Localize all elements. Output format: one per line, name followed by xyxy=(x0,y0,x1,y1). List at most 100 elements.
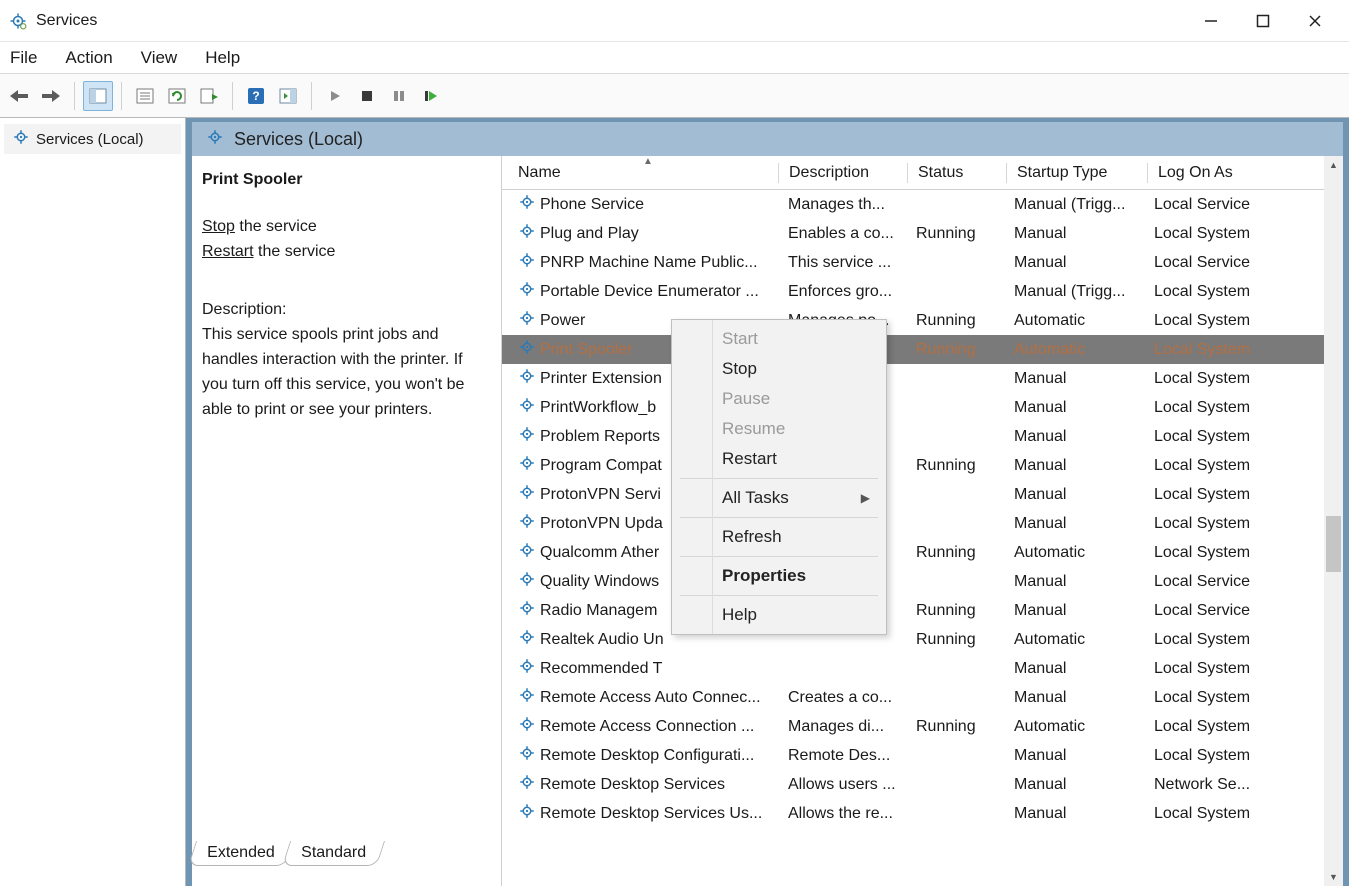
service-row[interactable]: Remote Desktop Services Us...Allows the … xyxy=(502,799,1343,828)
service-row[interactable]: Program CompatRunningManualLocal System xyxy=(502,451,1343,480)
context-menu-help[interactable]: Help xyxy=(672,600,886,630)
services-app-icon xyxy=(8,11,28,31)
export-list-button[interactable] xyxy=(194,81,224,111)
menu-help[interactable]: Help xyxy=(205,48,240,68)
service-startup-cell: Manual xyxy=(1004,573,1144,591)
tab-extended[interactable]: Extended xyxy=(188,841,294,866)
service-row[interactable]: Radio Managem.RunningManualLocal Service xyxy=(502,596,1343,625)
vertical-scrollbar[interactable]: ▲ ▼ xyxy=(1324,156,1343,886)
close-button[interactable] xyxy=(1307,13,1323,29)
service-row[interactable]: Print SpoolerRunningAutomaticLocal Syste… xyxy=(502,335,1343,364)
pause-service-button[interactable] xyxy=(384,81,414,111)
context-menu-properties[interactable]: Properties xyxy=(672,561,886,591)
tab-standard[interactable]: Standard xyxy=(282,841,385,866)
service-row[interactable]: Remote Desktop Configurati...Remote Des.… xyxy=(502,741,1343,770)
service-desc-cell: Remote Des... xyxy=(778,747,906,765)
start-service-button[interactable] xyxy=(320,81,350,111)
service-logon-cell: Local System xyxy=(1144,283,1274,301)
menu-action[interactable]: Action xyxy=(65,48,112,68)
service-logon-cell: Local System xyxy=(1144,689,1274,707)
service-desc-cell: Manages di... xyxy=(778,718,906,736)
column-header-status[interactable]: Status xyxy=(908,158,1006,188)
stop-service-rest: the service xyxy=(235,218,317,235)
service-logon-cell: Local System xyxy=(1144,312,1274,330)
details-panel: Print Spooler Stop the service Restart t… xyxy=(192,156,502,886)
service-row[interactable]: Realtek Audio UnRunningAutomaticLocal Sy… xyxy=(502,625,1343,654)
service-status-cell: Running xyxy=(906,312,1004,330)
service-status-cell: Running xyxy=(906,631,1004,649)
service-row[interactable]: Problem ReportsManualLocal System xyxy=(502,422,1343,451)
service-row[interactable]: Phone ServiceManages th...Manual (Trigg.… xyxy=(502,190,1343,219)
properties-button[interactable] xyxy=(130,81,160,111)
service-startup-cell: Automatic xyxy=(1004,544,1144,562)
help-button[interactable]: ? xyxy=(241,81,271,111)
service-logon-cell: Local Service xyxy=(1144,254,1274,272)
stop-service-button[interactable] xyxy=(352,81,382,111)
service-startup-cell: Manual xyxy=(1004,370,1144,388)
column-header-log-on-as[interactable]: Log On As xyxy=(1148,158,1278,188)
titlebar: Services xyxy=(0,0,1349,42)
menu-file[interactable]: File xyxy=(10,48,37,68)
service-startup-cell: Manual xyxy=(1004,225,1144,243)
service-row[interactable]: PowerManages po...RunningAutomaticLocal … xyxy=(502,306,1343,335)
service-row[interactable]: Recommended TManualLocal System xyxy=(502,654,1343,683)
column-header-name[interactable]: Name ▲ xyxy=(508,158,778,188)
service-name-cell: Remote Desktop Services xyxy=(540,776,725,794)
context-menu-refresh[interactable]: Refresh xyxy=(672,522,886,552)
service-startup-cell: Manual xyxy=(1004,805,1144,823)
forward-button[interactable] xyxy=(36,81,66,111)
stop-service-link[interactable]: Stop xyxy=(202,218,235,235)
service-row[interactable]: Plug and PlayEnables a co...RunningManua… xyxy=(502,219,1343,248)
column-header-startup-type[interactable]: Startup Type xyxy=(1007,158,1147,188)
menu-view[interactable]: View xyxy=(141,48,178,68)
service-row[interactable]: Portable Device Enumerator ...Enforces g… xyxy=(502,277,1343,306)
service-name-cell: Remote Access Connection ... xyxy=(540,718,754,736)
context-menu-all-tasks[interactable]: All Tasks▶ xyxy=(672,483,886,513)
service-row[interactable]: Printer ExtensionManualLocal System xyxy=(502,364,1343,393)
refresh-button[interactable] xyxy=(162,81,192,111)
service-startup-cell: Automatic xyxy=(1004,631,1144,649)
service-row[interactable]: Quality WindowsManualLocal Service xyxy=(502,567,1343,596)
service-startup-cell: Automatic xyxy=(1004,341,1144,359)
tree-root-services-local[interactable]: Services (Local) xyxy=(4,124,181,154)
service-row[interactable]: Qualcomm AtherRunningAutomaticLocal Syst… xyxy=(502,538,1343,567)
service-startup-cell: Manual (Trigg... xyxy=(1004,196,1144,214)
gear-icon xyxy=(518,367,536,390)
service-desc-cell: Enables a co... xyxy=(778,225,906,243)
restart-service-link[interactable]: Restart xyxy=(202,243,254,260)
restart-service-rest: the service xyxy=(254,243,336,260)
scroll-up-icon[interactable]: ▲ xyxy=(1324,156,1343,174)
minimize-button[interactable] xyxy=(1203,13,1219,29)
gear-icon xyxy=(518,744,536,767)
column-header-description[interactable]: Description xyxy=(779,158,907,188)
back-button[interactable] xyxy=(4,81,34,111)
restart-service-button[interactable] xyxy=(416,81,446,111)
gear-icon xyxy=(518,541,536,564)
context-menu-stop[interactable]: Stop xyxy=(672,354,886,384)
gear-icon xyxy=(518,773,536,796)
show-hide-tree-button[interactable] xyxy=(83,81,113,111)
service-status-cell: Running xyxy=(906,718,1004,736)
scroll-thumb[interactable] xyxy=(1326,516,1341,572)
service-row[interactable]: PrintWorkflow_bManualLocal System xyxy=(502,393,1343,422)
service-row[interactable]: Remote Desktop ServicesAllows users ...M… xyxy=(502,770,1343,799)
service-row[interactable]: PNRP Machine Name Public...This service … xyxy=(502,248,1343,277)
service-row[interactable]: ProtonVPN UpdaManualLocal System xyxy=(502,509,1343,538)
maximize-button[interactable] xyxy=(1255,13,1271,29)
gear-icon xyxy=(518,280,536,303)
console-tree-pane: Services (Local) xyxy=(0,118,186,886)
context-menu-pause: Pause xyxy=(672,384,886,414)
service-logon-cell: Local System xyxy=(1144,718,1274,736)
service-row[interactable]: ProtonVPN ServiManualLocal System xyxy=(502,480,1343,509)
service-desc-cell: Creates a co... xyxy=(778,689,906,707)
sort-ascending-icon: ▲ xyxy=(643,156,653,167)
service-row[interactable]: Remote Access Auto Connec...Creates a co… xyxy=(502,683,1343,712)
context-menu-restart[interactable]: Restart xyxy=(672,444,886,474)
service-name-cell: ProtonVPN Upda xyxy=(540,515,663,533)
service-row[interactable]: Remote Access Connection ... Manages di..… xyxy=(502,712,1343,741)
service-startup-cell: Manual xyxy=(1004,399,1144,417)
service-startup-cell: Automatic xyxy=(1004,718,1144,736)
scroll-down-icon[interactable]: ▼ xyxy=(1324,868,1343,886)
service-desc-cell: Manages th... xyxy=(778,196,906,214)
show-hide-action-pane-button[interactable] xyxy=(273,81,303,111)
